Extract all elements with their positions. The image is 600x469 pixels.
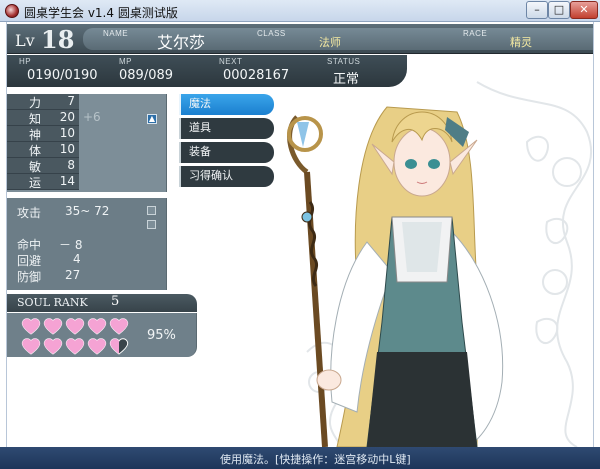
stat-row-str: 力7 bbox=[7, 94, 167, 110]
stat-name: 敏 bbox=[29, 160, 42, 174]
help-bar: 使用魔法。[快捷操作：迷宫移动中L键] bbox=[0, 447, 600, 469]
status-label: STATUS bbox=[327, 57, 361, 66]
stat-row-agi: 敏8 bbox=[7, 158, 167, 174]
stat-value: 10 bbox=[59, 126, 75, 140]
stat-name: 知 bbox=[29, 112, 42, 126]
race-label: RACE bbox=[463, 29, 488, 38]
character-race: 精灵 bbox=[510, 36, 532, 49]
stat-value: 14 bbox=[59, 174, 75, 188]
attack-label: 攻击 bbox=[17, 206, 42, 220]
stat-name: 力 bbox=[29, 96, 42, 110]
heart-icon bbox=[21, 318, 41, 335]
evade-value: 4 bbox=[73, 252, 81, 266]
soul-percent: 95% bbox=[147, 328, 176, 343]
soul-hearts-panel: 95% bbox=[7, 313, 197, 357]
next-label: NEXT bbox=[219, 57, 243, 66]
hp-value: 0190/0190 bbox=[27, 68, 98, 83]
maximize-button[interactable]: □ bbox=[548, 1, 570, 19]
character-name: 艾尔莎 bbox=[157, 33, 206, 52]
minimize-button[interactable]: – bbox=[526, 1, 548, 19]
help-text: 使用魔法。[快捷操作：迷宫移动中L键] bbox=[220, 453, 411, 466]
defense-value: 27 bbox=[65, 268, 81, 282]
stat-name: 神 bbox=[29, 128, 42, 142]
soul-rank-label: SOUL RANK bbox=[17, 296, 88, 309]
next-exp-value: 00028167 bbox=[223, 68, 290, 83]
heart-icon bbox=[21, 338, 41, 355]
heart-icon bbox=[43, 338, 63, 355]
vitals-bar: HP 0190/0190 MP 089/089 NEXT 00028167 ST… bbox=[7, 55, 407, 87]
menu-item-equipment[interactable]: 装备 bbox=[179, 142, 274, 163]
stat-value: 10 bbox=[59, 142, 75, 156]
evade-label: 回避 bbox=[17, 254, 42, 268]
menu-item-items[interactable]: 道具 bbox=[179, 118, 274, 139]
status-value: 正常 bbox=[333, 72, 360, 87]
mp-label: MP bbox=[119, 57, 132, 66]
stat-row-vit: 体 10 bbox=[7, 142, 167, 158]
close-button[interactable]: ✕ bbox=[570, 1, 598, 19]
stat-value: 8 bbox=[67, 158, 75, 172]
menu-item-learned-check[interactable]: 习得确认 bbox=[179, 166, 274, 187]
window-titlebar: 圆桌学生会 v1.4 圆桌测试版 – □ ✕ bbox=[0, 0, 600, 22]
hp-label: HP bbox=[19, 57, 32, 66]
level-value: 18 bbox=[41, 25, 75, 54]
combat-panel: 攻击 35~ 72 命中 － 8 回避 4 防御 27 bbox=[7, 198, 167, 290]
game-screen: Lv 18 NAME 艾尔莎 CLASS 法师 RACE 精灵 HP 0190/… bbox=[6, 22, 594, 447]
mp-value: 089/089 bbox=[119, 68, 174, 83]
hit-value: － 8 bbox=[59, 238, 83, 252]
stat-value: 7 bbox=[67, 94, 75, 108]
app-icon bbox=[5, 4, 19, 18]
stat-row-spi: 神 10 bbox=[7, 126, 167, 142]
heart-icon bbox=[65, 338, 85, 355]
character-header: Lv 18 NAME 艾尔莎 CLASS 法师 RACE 精灵 bbox=[7, 24, 593, 54]
level-label: Lv bbox=[15, 31, 35, 50]
attack-value: 35~ 72 bbox=[65, 204, 110, 218]
defense-label: 防御 bbox=[17, 270, 42, 284]
attack-slot-icon bbox=[147, 206, 156, 215]
stat-up-arrow-icon[interactable]: ▲ bbox=[147, 114, 157, 124]
stat-row-luk: 运 14 bbox=[7, 174, 167, 190]
menu-item-magic[interactable]: 魔法 bbox=[179, 94, 274, 115]
heart-icon bbox=[43, 318, 63, 335]
stat-value: 20 bbox=[59, 110, 75, 124]
heart-icon bbox=[109, 318, 129, 335]
class-label: CLASS bbox=[257, 29, 286, 38]
character-class: 法师 bbox=[319, 36, 341, 49]
attributes-panel: 力7 知 20 +6 神 10 体 10 敏8 运 14 ▲ bbox=[7, 94, 167, 192]
stat-name: 运 bbox=[29, 176, 42, 190]
heart-icon bbox=[65, 318, 85, 335]
soul-rank-header: SOUL RANK 5 bbox=[7, 294, 197, 312]
attack-slot-icon bbox=[147, 220, 156, 229]
hit-label: 命中 bbox=[17, 238, 42, 252]
stat-name: 体 bbox=[29, 144, 42, 158]
stat-row-int: 知 20 +6 bbox=[7, 110, 167, 126]
heart-icon bbox=[109, 338, 129, 355]
stat-bonus: +6 bbox=[83, 110, 101, 124]
window-title: 圆桌学生会 v1.4 圆桌测试版 bbox=[24, 6, 178, 20]
soul-rank-value: 5 bbox=[111, 294, 120, 309]
heart-icon bbox=[87, 338, 107, 355]
heart-icon bbox=[87, 318, 107, 335]
name-label: NAME bbox=[103, 29, 129, 38]
